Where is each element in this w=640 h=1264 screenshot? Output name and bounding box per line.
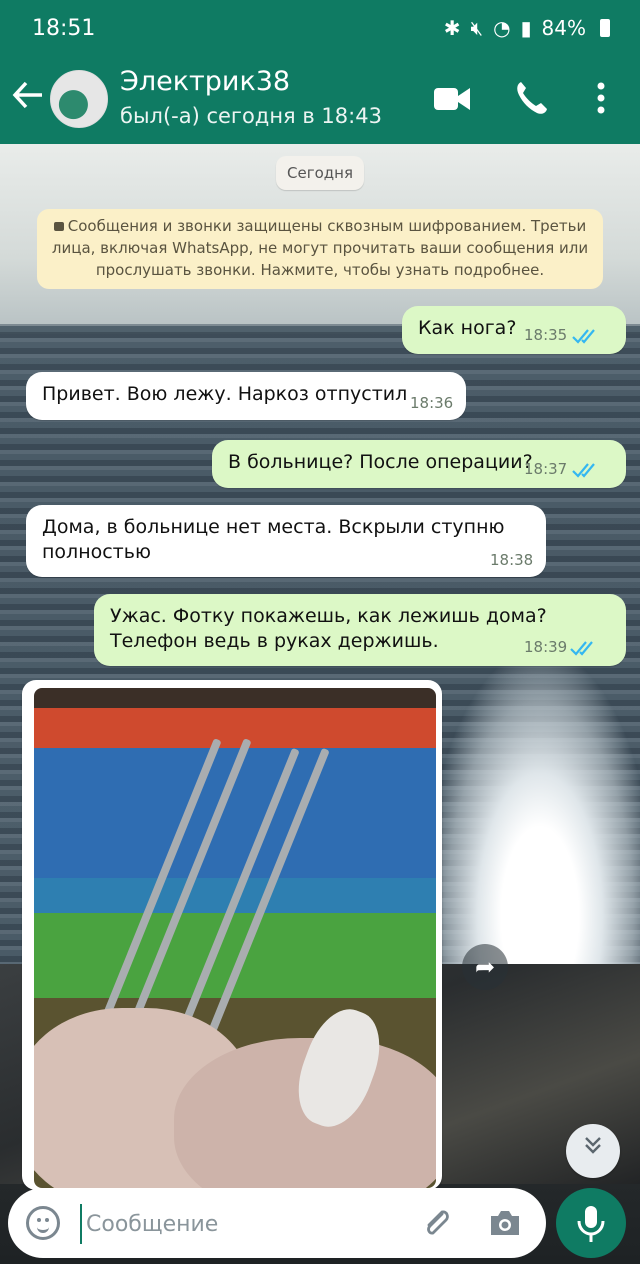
battery-icon [600,19,610,37]
contact-avatar[interactable] [50,70,108,128]
wifi-icon: ◔ [493,16,511,40]
message-time: 18:36 [410,394,454,412]
message-text: Дома, в больнице нет места. Вскрыли ступ… [42,515,505,565]
video-call-icon[interactable] [434,86,470,112]
voice-call-icon[interactable] [514,80,548,116]
scroll-to-bottom-icon[interactable] [566,1124,620,1178]
message-incoming[interactable]: Привет. Вою лежу. Наркоз отпустил 18:36 [26,372,466,420]
message-text: Привет. Вою лежу. Наркоз отпустил [42,383,408,405]
contact-name[interactable]: Электрик38 [120,66,290,97]
status-bar: 18:51 ✱ 🔇︎ ◔ ▮ 84% [0,0,640,58]
message-time: 18:38 [490,551,534,569]
contact-last-seen: был(-а) сегодня в 18:43 [120,104,382,128]
lock-icon [53,222,64,231]
message-incoming[interactable]: Дома, в больнице нет места. Вскрыли ступ… [26,505,546,577]
message-input[interactable] [80,1204,408,1244]
message-text: В больнице? После операции? [228,451,533,473]
message-text: Как нога? [418,317,517,339]
signal-icon: ▮ [520,16,532,40]
message-incoming-photo[interactable] [22,680,442,1190]
message-composer [8,1188,546,1258]
status-icons: ✱ 🔇︎ ◔ ▮ 84% [444,16,610,40]
read-receipt-icon [572,463,595,478]
date-separator: Сегодня [276,156,364,190]
message-outgoing[interactable]: Как нога? 18:35 [402,306,626,354]
crutch-shape [94,738,222,1038]
message-text: Ужас. Фотку покажешь, как лежишь дома? Т… [110,604,547,654]
message-line-1: Дома, в больнице нет места. Вскрыли ступ… [42,516,505,538]
message-line-2: Телефон ведь в руках держишь. [110,630,439,652]
back-arrow-icon[interactable] [12,80,44,118]
message-time: 18:39 [524,638,568,656]
message-time: 18:35 [524,326,568,344]
encryption-notice-text: Сообщения и звонки защищены сквозным шиф… [51,217,589,279]
microphone-icon [577,1206,605,1242]
bluetooth-icon: ✱ [443,16,461,40]
message-line-2: полностью [42,541,151,563]
crutch-shape [124,738,252,1038]
microphone-button[interactable] [556,1188,626,1258]
status-time: 18:51 [32,16,96,41]
forward-icon[interactable]: ➦ [462,944,508,990]
message-line-1: Ужас. Фотку покажешь, как лежишь дома? [110,605,547,627]
encryption-notice[interactable]: Сообщения и звонки защищены сквозным шиф… [37,209,603,289]
read-receipt-icon [570,641,593,656]
camera-icon[interactable] [488,1208,522,1238]
message-time: 18:37 [524,460,568,478]
chat-header: Электрик38 был(-а) сегодня в 18:43 [0,58,640,144]
more-options-icon[interactable] [596,82,606,114]
message-outgoing[interactable]: В больнице? После операции? 18:37 [212,440,626,488]
emoji-icon[interactable] [26,1206,60,1240]
photo-thumbnail[interactable] [34,688,436,1188]
message-outgoing[interactable]: Ужас. Фотку покажешь, как лежишь дома? Т… [94,594,626,666]
paperclip-icon[interactable] [420,1206,454,1240]
read-receipt-icon [572,329,595,344]
battery-level: 84% [541,16,586,40]
mute-icon: 🔇︎ [470,16,484,40]
